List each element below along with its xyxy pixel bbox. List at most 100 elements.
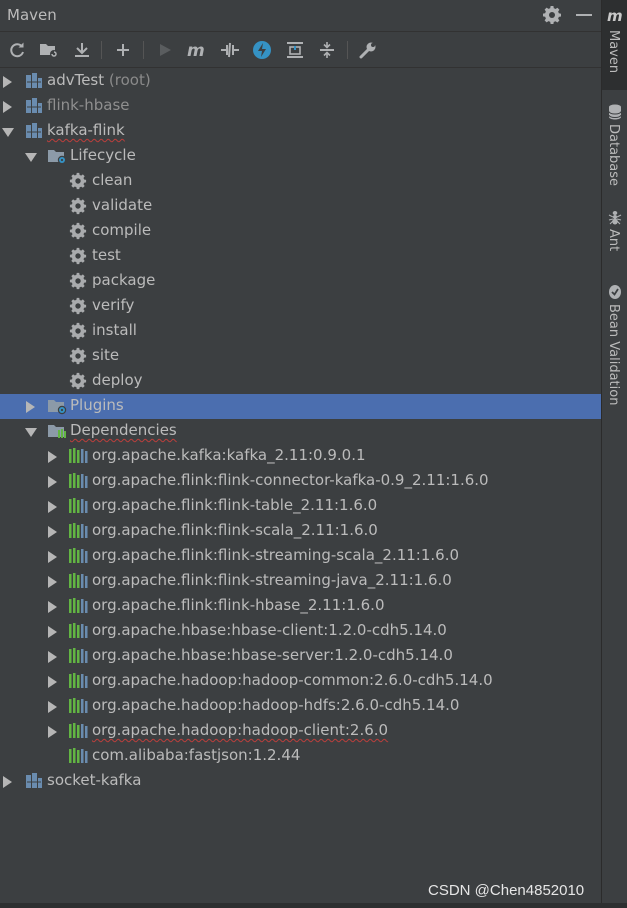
lifecycle-goal-deploy[interactable]: deploy	[0, 369, 601, 394]
lifecycle-goal-verify[interactable]: verify	[0, 294, 601, 319]
tree-node-label: org.apache.flink:flink-scala_2.11:1.6.0	[92, 521, 378, 539]
collapsed-arrow-icon[interactable]	[48, 501, 57, 513]
dependency-item[interactable]: org.apache.flink:flink-connector-kafka-0…	[0, 469, 601, 494]
minimize-icon[interactable]	[576, 14, 592, 16]
project-kafka-flink[interactable]: kafka-flink	[0, 119, 601, 144]
expanded-arrow-icon[interactable]	[25, 153, 37, 162]
maven-toolbar: m	[0, 32, 601, 68]
plus-icon[interactable]	[112, 39, 134, 61]
tab-ant-label: Ant	[606, 229, 621, 252]
toggle-offline-icon[interactable]	[219, 39, 241, 61]
lifecycle-goal-validate[interactable]: validate	[0, 194, 601, 219]
project-flink-hbase[interactable]: flink-hbase	[0, 94, 601, 119]
gear-icon	[69, 347, 87, 365]
dependency-item[interactable]: com.alibaba:fastjson:1.2.44	[0, 744, 601, 769]
collapsed-arrow-icon[interactable]	[3, 76, 12, 88]
dependency-item[interactable]: org.apache.flink:flink-streaming-scala_2…	[0, 544, 601, 569]
skip-tests-icon[interactable]	[251, 39, 273, 61]
lifecycle-goal-package[interactable]: package	[0, 269, 601, 294]
collapsed-arrow-icon[interactable]	[48, 551, 57, 563]
lifecycle-goal-clean[interactable]: clean	[0, 169, 601, 194]
tree-node-label: Plugins	[70, 396, 124, 414]
plugins-node[interactable]: Plugins	[0, 394, 601, 419]
collapsed-arrow-icon[interactable]	[48, 701, 57, 713]
dependency-item[interactable]: org.apache.hbase:hbase-client:1.2.0-cdh5…	[0, 619, 601, 644]
gear-icon	[69, 222, 87, 240]
library-icon	[68, 547, 88, 565]
library-icon	[68, 722, 88, 740]
collapsed-arrow-icon[interactable]	[48, 651, 57, 663]
execute-goal-icon[interactable]: m	[186, 39, 208, 61]
collapsed-arrow-icon[interactable]	[48, 626, 57, 638]
gear-icon	[69, 247, 87, 265]
collapse-all-icon[interactable]	[316, 39, 338, 61]
tree-node-label: package	[92, 271, 156, 289]
dependencies-node[interactable]: Dependencies	[0, 419, 601, 444]
collapsed-arrow-icon[interactable]	[48, 526, 57, 538]
collapsed-arrow-icon[interactable]	[48, 576, 57, 588]
project-socket-kafka[interactable]: socket-kafka	[0, 769, 601, 794]
dependency-item[interactable]: org.apache.flink:flink-scala_2.11:1.6.0	[0, 519, 601, 544]
tree-node-label: org.apache.hbase:hbase-server:1.2.0-cdh5…	[92, 646, 453, 664]
reload-icon[interactable]	[6, 39, 28, 61]
tab-ant[interactable]: Ant	[602, 205, 627, 265]
bottom-border	[0, 903, 627, 908]
tab-bean-validation[interactable]: Bean Validation	[602, 280, 627, 410]
maven-project-icon	[25, 122, 43, 140]
gear-icon[interactable]	[542, 5, 562, 29]
gear-icon	[69, 297, 87, 315]
toolbar-separator	[347, 41, 348, 59]
collapsed-arrow-icon[interactable]	[48, 676, 57, 688]
dependency-item[interactable]: org.apache.flink:flink-table_2.11:1.6.0	[0, 494, 601, 519]
tree-node-label: clean	[92, 171, 133, 189]
lifecycle-goal-compile[interactable]: compile	[0, 219, 601, 244]
add-maven-project-icon[interactable]	[38, 39, 60, 61]
collapsed-arrow-icon[interactable]	[48, 726, 57, 738]
lifecycle-node[interactable]: Lifecycle	[0, 144, 601, 169]
collapsed-arrow-icon[interactable]	[26, 401, 35, 413]
collapsed-arrow-icon[interactable]	[48, 451, 57, 463]
dependency-item[interactable]: org.apache.hadoop:hadoop-common:2.6.0-cd…	[0, 669, 601, 694]
toolbar-separator	[101, 41, 102, 59]
lifecycle-goal-test[interactable]: test	[0, 244, 601, 269]
project-advtest[interactable]: advTest (root)	[0, 69, 601, 94]
maven-project-icon	[25, 772, 43, 790]
lifecycle-goal-site[interactable]: site	[0, 344, 601, 369]
tab-database[interactable]: Database	[602, 98, 627, 188]
library-icon	[68, 672, 88, 690]
tree-node-label: kafka-flink	[47, 121, 125, 139]
watermark: CSDN @Chen4852010	[428, 882, 585, 899]
tab-maven[interactable]: m Maven	[602, 0, 627, 90]
tree-node-label: site	[92, 346, 120, 364]
library-icon	[68, 572, 88, 590]
settings-wrench-icon[interactable]	[357, 39, 379, 61]
collapsed-arrow-icon[interactable]	[48, 601, 57, 613]
dependency-item[interactable]: org.apache.flink:flink-hbase_2.11:1.6.0	[0, 594, 601, 619]
download-sources-icon[interactable]	[71, 39, 93, 61]
tree-node-label: Lifecycle	[70, 146, 136, 164]
library-icon	[68, 697, 88, 715]
collapsed-arrow-icon[interactable]	[3, 776, 12, 788]
tool-window-header: Maven	[0, 0, 601, 32]
run-icon[interactable]	[154, 39, 176, 61]
toolbar-separator	[143, 41, 144, 59]
dependency-item[interactable]: org.apache.kafka:kafka_2.11:0.9.0.1	[0, 444, 601, 469]
collapsed-arrow-icon[interactable]	[3, 101, 12, 113]
tree-node-label: deploy	[92, 371, 143, 389]
collapsed-arrow-icon[interactable]	[48, 476, 57, 488]
dependency-item[interactable]: org.apache.hadoop:hadoop-hdfs:2.6.0-cdh5…	[0, 694, 601, 719]
tree-node-label: flink-hbase	[47, 96, 130, 114]
tree-node-label: Dependencies	[70, 421, 177, 439]
lifecycle-goal-install[interactable]: install	[0, 319, 601, 344]
root-suffix: (root)	[104, 71, 151, 89]
dependency-item[interactable]: org.apache.hadoop:hadoop-client:2.6.0	[0, 719, 601, 744]
tree-node-label: org.apache.flink:flink-streaming-java_2.…	[92, 571, 452, 589]
tree-node-label: org.apache.flink:flink-table_2.11:1.6.0	[92, 496, 378, 514]
tree-node-label: org.apache.hbase:hbase-client:1.2.0-cdh5…	[92, 621, 447, 639]
show-dependencies-icon[interactable]	[284, 39, 306, 61]
dependency-item[interactable]: org.apache.hbase:hbase-server:1.2.0-cdh5…	[0, 644, 601, 669]
library-icon	[68, 622, 88, 640]
expanded-arrow-icon[interactable]	[2, 128, 14, 137]
expanded-arrow-icon[interactable]	[25, 428, 37, 437]
dependency-item[interactable]: org.apache.flink:flink-streaming-java_2.…	[0, 569, 601, 594]
